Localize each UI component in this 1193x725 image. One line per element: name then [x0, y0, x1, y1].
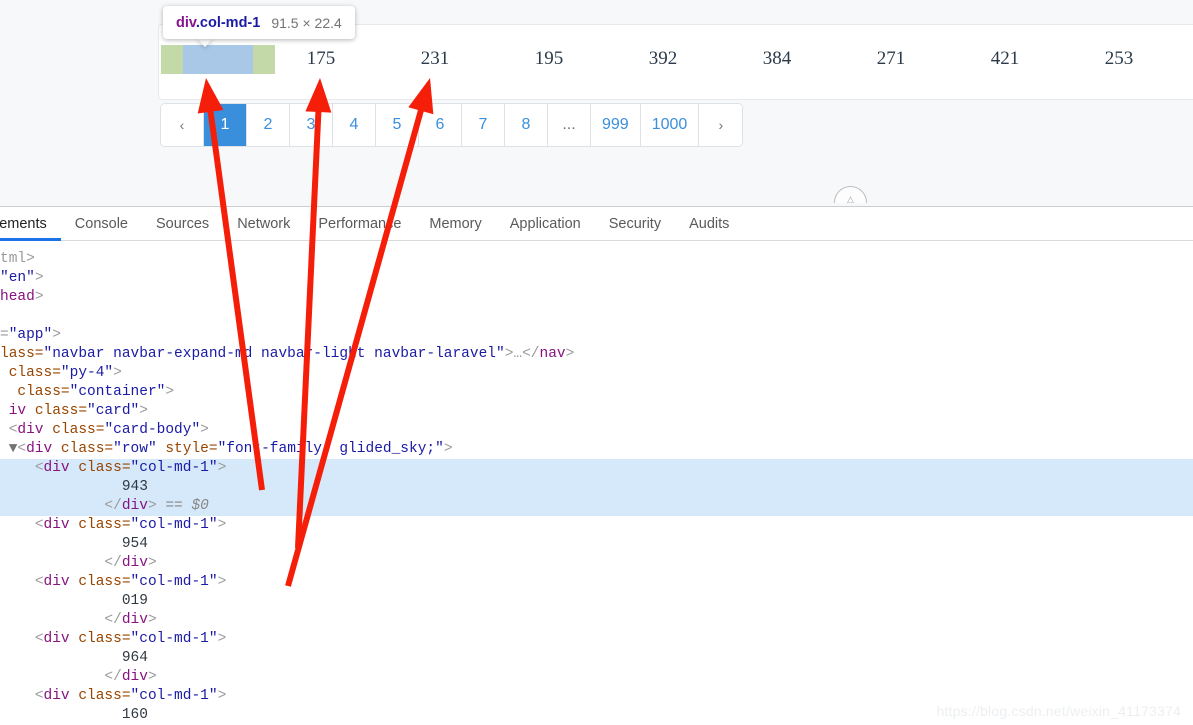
pagination-page-3[interactable]: 3	[290, 104, 333, 146]
scroll-top-arc-button[interactable]: △	[834, 186, 867, 203]
inspector-tooltip-tag: div	[176, 14, 196, 31]
pagination-page-1000[interactable]: 1000	[640, 104, 700, 146]
devtools-tab-network[interactable]: Network	[223, 207, 304, 240]
devtools-tabbar[interactable]: lements Console Sources Network Performance M…	[0, 207, 1193, 241]
pagination-page-7[interactable]: 7	[462, 104, 505, 146]
dom-line[interactable]: </div> == $0	[0, 497, 1193, 516]
number-cell: 384	[762, 48, 792, 69]
pagination-page-1[interactable]: 1	[204, 104, 247, 146]
dom-line[interactable]: class="py-4">	[0, 364, 1193, 383]
dom-line[interactable]: ="app">	[0, 326, 1193, 345]
dom-line[interactable]: iv class="card">	[0, 402, 1193, 421]
dom-tree[interactable]: tml> "en"> head> ="app"> lass="navbar navbar…	[0, 241, 1193, 725]
dom-line[interactable]: 964	[0, 649, 1193, 668]
element-highlight-content-box	[183, 45, 253, 74]
dom-line[interactable]: tml>	[0, 250, 1193, 269]
inspector-tooltip-class: .col-md-1	[195, 14, 261, 31]
devtools-tab-sources[interactable]: Sources	[142, 207, 223, 240]
screenshot-root: 1 54 175 231 195 392 384 271 421 253 ‹12345678...…	[0, 0, 1193, 725]
dom-line[interactable]: ▼<div class="row" style="font-family: gl…	[0, 440, 1193, 459]
dom-line[interactable]: head>	[0, 288, 1193, 307]
pagination-page-2[interactable]: 2	[247, 104, 290, 146]
dom-line[interactable]: </div>	[0, 611, 1193, 630]
watermark: https://blog.csdn.net/weixin_41173374	[936, 703, 1181, 719]
dom-line[interactable]: <div class="col-md-1">	[0, 630, 1193, 649]
dom-line[interactable]: lass="navbar navbar-expand-md navbar-lig…	[0, 345, 1193, 364]
devtools-tab-console[interactable]: Console	[61, 207, 142, 240]
devtools-tab-security[interactable]: Security	[595, 207, 675, 240]
dom-line[interactable]: class="container">	[0, 383, 1193, 402]
devtools-tab-audits[interactable]: Audits	[675, 207, 743, 240]
dom-line[interactable]: </div>	[0, 668, 1193, 687]
dom-line[interactable]: <div class="col-md-1">	[0, 459, 1193, 478]
dom-line[interactable]: "en">	[0, 269, 1193, 288]
chevron-up-icon: △	[847, 194, 854, 204]
pagination-prev[interactable]: ‹	[161, 104, 204, 146]
number-cell: 421	[990, 48, 1020, 69]
devtools-panel: lements Console Sources Network Performance M…	[0, 206, 1193, 725]
pagination-next[interactable]: ›	[699, 104, 743, 146]
dom-line[interactable]: <div class="col-md-1">	[0, 516, 1193, 535]
inspector-tooltip-dimensions: 91.5 × 22.4	[271, 14, 342, 31]
number-cell: 271	[876, 48, 906, 69]
number-cell: 175	[306, 48, 336, 69]
devtools-tab-lements[interactable]: lements	[0, 207, 61, 241]
devtools-tab-application[interactable]: Application	[496, 207, 595, 240]
pagination[interactable]: ‹ 1 2 3 4 5 6 7 8... 999 1000 ›	[161, 104, 743, 146]
number-cell: 253	[1104, 48, 1134, 69]
dom-line[interactable]: 943	[0, 478, 1193, 497]
dom-line[interactable]: 954	[0, 535, 1193, 554]
pagination-page-5[interactable]: 5	[376, 104, 419, 146]
devtools-tab-memory[interactable]: Memory	[415, 207, 495, 240]
number-cell: 231	[420, 48, 450, 69]
pagination-page-4[interactable]: 4	[333, 104, 376, 146]
devtools-tab-performance[interactable]: Performance	[304, 207, 415, 240]
pagination-page-8[interactable]: 8	[505, 104, 548, 146]
dom-line[interactable]: <div class="card-body">	[0, 421, 1193, 440]
dom-line[interactable]	[0, 307, 1193, 326]
pagination-page-6[interactable]: 6	[419, 104, 462, 146]
inspector-tooltip: div.col-md-1 91.5 × 22.4	[163, 6, 355, 39]
dom-line[interactable]: </div>	[0, 554, 1193, 573]
number-cell: 392	[648, 48, 678, 69]
pagination-page-999[interactable]: 999	[591, 104, 641, 146]
dom-line[interactable]: <div class="col-md-1">	[0, 573, 1193, 592]
dom-line[interactable]: 019	[0, 592, 1193, 611]
number-cell: 195	[534, 48, 564, 69]
pagination-ellipsis: ...	[548, 104, 591, 146]
inspector-tooltip-selector: div.col-md-1	[176, 15, 260, 31]
